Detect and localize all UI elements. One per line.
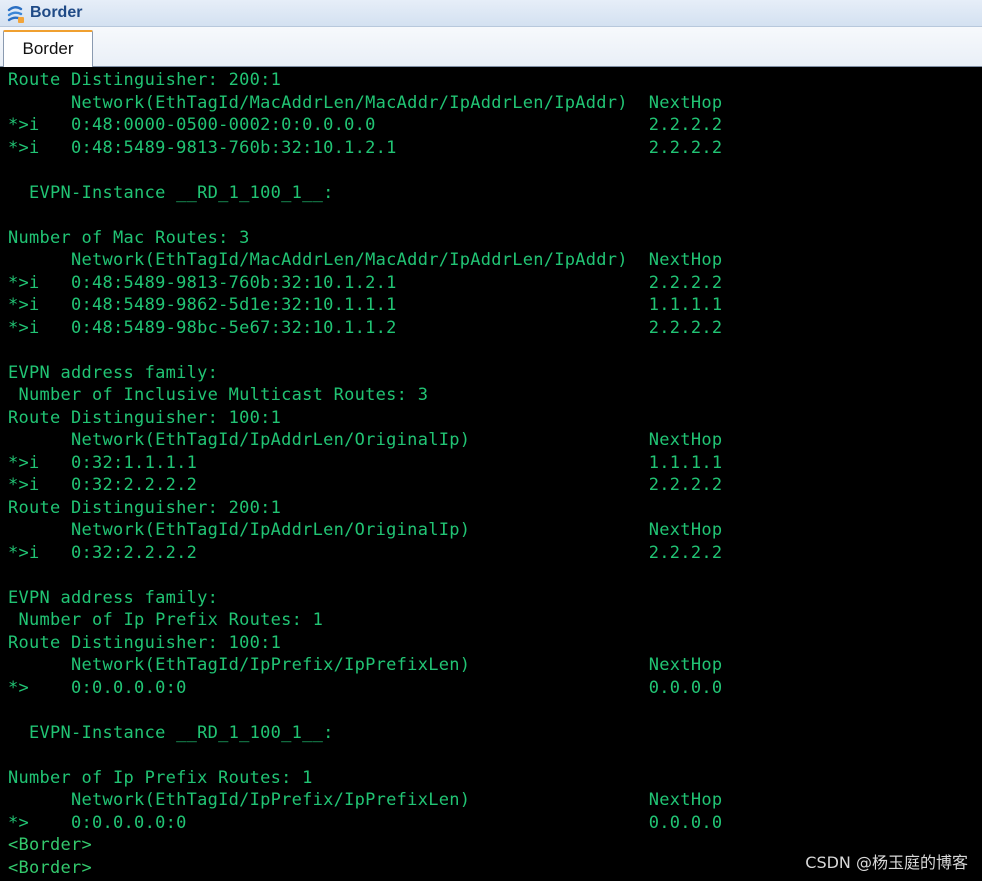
terminal-lines: Route Distinguisher: 200:1 Network(EthTa…: [8, 69, 722, 879]
terminal-output[interactable]: Route Distinguisher: 200:1 Network(EthTa…: [0, 67, 982, 881]
terminal-line: Route Distinguisher: 100:1: [8, 407, 282, 428]
terminal-line: *>i 0:32:2.2.2.2 2.2.2.2: [8, 475, 723, 495]
terminal-line: Number of Inclusive Multicast Routes: 3: [8, 385, 429, 405]
terminal-line: Network(EthTagId/IpPrefix/IpPrefixLen) N…: [8, 655, 723, 675]
terminal-line: EVPN-Instance __RD_1_100_1__:: [8, 722, 334, 743]
terminal-line: Route Distinguisher: 100:1: [8, 632, 282, 653]
terminal-line: EVPN address family:: [8, 587, 219, 608]
terminal-line: Network(EthTagId/MacAddrLen/MacAddr/IpAd…: [8, 92, 723, 113]
terminal-window: Border Border Route Distinguisher: 200:1…: [0, 0, 982, 881]
terminal-line: Network(EthTagId/IpPrefix/IpPrefixLen) N…: [8, 790, 723, 810]
terminal-line: *>i 0:48:5489-9862-5d1e:32:10.1.1.1 1.1.…: [8, 295, 723, 315]
terminal-line: *>i 0:48:5489-9813-760b:32:10.1.2.1 2.2.…: [8, 272, 723, 293]
command-prompt: <Border>: [8, 835, 93, 855]
terminal-line: Network(EthTagId/IpAddrLen/OriginalIp) N…: [8, 520, 723, 540]
command-prompt: <Border>: [8, 857, 93, 878]
network-device-icon: [5, 4, 25, 24]
title-bar: Border: [0, 0, 982, 27]
terminal-line: *>i 0:48:5489-9813-760b:32:10.1.2.1 2.2.…: [8, 137, 723, 158]
terminal-line: *>i 0:32:1.1.1.1 1.1.1.1: [8, 452, 723, 473]
tab-bar: Border: [0, 27, 982, 67]
terminal-line: Number of Mac Routes: 3: [8, 227, 250, 248]
watermark: CSDN @杨玉庭的博客: [805, 853, 968, 872]
terminal-line: Number of Ip Prefix Routes: 1: [8, 610, 324, 630]
terminal-line: *>i 0:48:5489-98bc-5e67:32:10.1.1.2 2.2.…: [8, 317, 723, 338]
terminal-line: *>i 0:48:0000-0500-0002:0:0.0.0.0 2.2.2.…: [8, 115, 723, 135]
window-title: Border: [30, 4, 83, 21]
terminal-line: *>i 0:32:2.2.2.2 2.2.2.2: [8, 542, 723, 563]
terminal-line: EVPN-Instance __RD_1_100_1__:: [8, 182, 334, 203]
terminal-line: Network(EthTagId/MacAddrLen/MacAddr/IpAd…: [8, 250, 723, 270]
terminal-line: Route Distinguisher: 200:1: [8, 70, 282, 90]
terminal-line: Number of Ip Prefix Routes: 1: [8, 767, 313, 788]
terminal-line: Network(EthTagId/IpAddrLen/OriginalIp) N…: [8, 430, 723, 450]
terminal-line: EVPN address family:: [8, 362, 219, 383]
terminal-line: *> 0:0.0.0.0:0 0.0.0.0: [8, 677, 723, 698]
tab-border[interactable]: Border: [3, 30, 93, 67]
terminal-line: *> 0:0.0.0.0:0 0.0.0.0: [8, 812, 723, 833]
terminal-line: Route Distinguisher: 200:1: [8, 497, 282, 518]
